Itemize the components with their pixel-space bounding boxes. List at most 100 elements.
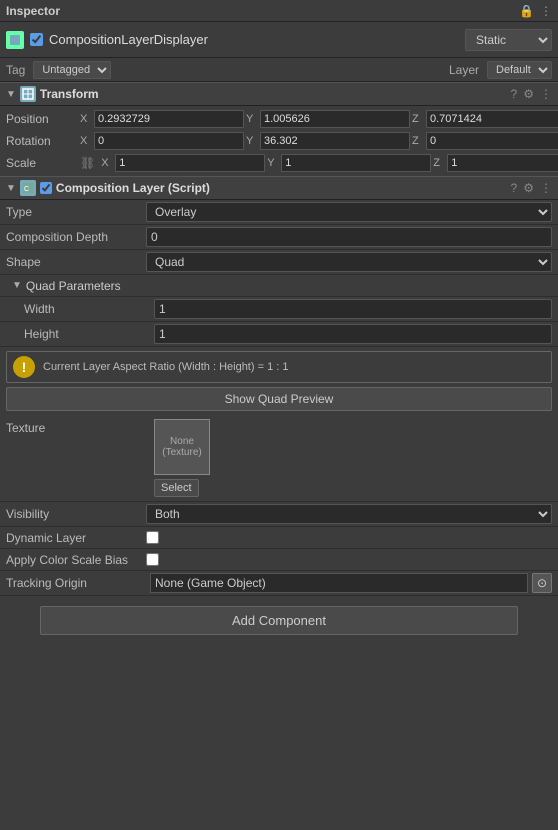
position-row: Position X Y Z	[0, 108, 558, 130]
shape-label: Shape	[6, 255, 146, 269]
width-input[interactable]	[154, 299, 552, 319]
aspect-ratio-warning: ! Current Layer Aspect Ratio (Width : He…	[6, 351, 552, 383]
tracking-origin-picker-button[interactable]: ⊙	[532, 573, 552, 593]
apply-color-scale-bias-row: Apply Color Scale Bias	[0, 549, 558, 571]
rotation-y-label: Y	[246, 135, 258, 147]
apply-color-scale-bias-checkbox[interactable]	[146, 553, 159, 566]
type-row: Type Overlay Underlay None	[0, 200, 558, 225]
width-label: Width	[24, 302, 154, 316]
transform-help-icon[interactable]: ?	[511, 87, 518, 101]
rotation-y-input[interactable]	[260, 132, 410, 150]
tracking-origin-label: Tracking Origin	[6, 576, 146, 590]
scale-row: Scale ⛓ X Y Z	[0, 152, 558, 174]
scale-y-input[interactable]	[281, 154, 431, 172]
tracking-origin-value: None (Game Object)	[150, 573, 528, 593]
transform-icon	[20, 86, 36, 102]
height-input[interactable]	[154, 324, 552, 344]
lock-icon[interactable]: 🔒	[519, 4, 534, 18]
inspector-header: Inspector 🔒 ⋮	[0, 0, 558, 22]
transform-body: Position X Y Z Rotation X Y Z Scale ⛓ X …	[0, 106, 558, 176]
apply-color-scale-bias-label: Apply Color Scale Bias	[6, 553, 146, 567]
layer-label: Layer	[449, 63, 479, 77]
rotation-x-label: X	[80, 135, 92, 147]
composition-layer-arrow[interactable]: ▼	[6, 183, 16, 194]
transform-options: ? ⚙ ⋮	[511, 87, 552, 101]
composition-layer-options: ? ⚙ ⋮	[511, 181, 552, 195]
position-y-label: Y	[246, 113, 258, 125]
tracking-origin-row: Tracking Origin None (Game Object) ⊙	[0, 571, 558, 596]
warning-text: Current Layer Aspect Ratio (Width : Heig…	[43, 361, 288, 373]
texture-label: Texture	[6, 419, 146, 435]
height-label: Height	[24, 327, 154, 341]
svg-text:C: C	[24, 186, 29, 193]
static-dropdown[interactable]: Static Not Static	[465, 29, 552, 51]
texture-type-text: (Texture)	[162, 447, 201, 458]
visibility-label: Visibility	[6, 507, 146, 521]
dynamic-layer-label: Dynamic Layer	[6, 531, 146, 545]
transform-section-header: ▼ Transform ? ⚙ ⋮	[0, 82, 558, 106]
visibility-row: Visibility Both Left Right	[0, 502, 558, 527]
tag-label: Tag	[6, 63, 25, 77]
scale-xyz: X Y Z	[101, 154, 558, 172]
transform-settings-icon[interactable]: ⚙	[523, 87, 534, 101]
position-x-input[interactable]	[94, 110, 244, 128]
header-icons: 🔒 ⋮	[519, 4, 552, 18]
rotation-label: Rotation	[6, 134, 76, 148]
width-row: Width	[0, 297, 558, 322]
composition-layer-menu-icon[interactable]: ⋮	[540, 181, 552, 195]
composition-layer-icon: C	[20, 180, 36, 196]
add-component-button[interactable]: Add Component	[40, 606, 518, 635]
transform-title: Transform	[40, 87, 507, 101]
composition-depth-row: Composition Depth	[0, 225, 558, 250]
dynamic-layer-checkbox[interactable]	[146, 531, 159, 544]
composition-layer-header: ▼ C Composition Layer (Script) ? ⚙ ⋮	[0, 176, 558, 200]
tag-dropdown[interactable]: Untagged	[33, 61, 111, 79]
scale-x-label: X	[101, 157, 113, 169]
composition-layer-active-checkbox[interactable]	[40, 182, 52, 194]
gameobject-row: CompositionLayerDisplayer Static Not Sta…	[0, 22, 558, 58]
layer-dropdown[interactable]: Default	[487, 61, 552, 79]
gameobject-name: CompositionLayerDisplayer	[49, 32, 459, 47]
quad-params-header: ▼ Quad Parameters	[0, 275, 558, 297]
gameobject-active-checkbox[interactable]	[30, 33, 43, 46]
composition-layer-settings-icon[interactable]: ⚙	[523, 181, 534, 195]
tracking-origin-text: None (Game Object)	[155, 576, 266, 590]
scale-z-input[interactable]	[447, 154, 558, 172]
quad-params-arrow[interactable]: ▼	[12, 280, 22, 291]
texture-thumbnail[interactable]: None (Texture)	[154, 419, 210, 475]
scale-x-input[interactable]	[115, 154, 265, 172]
composition-depth-label: Composition Depth	[6, 230, 146, 244]
rotation-xyz: X Y Z	[80, 132, 558, 150]
transform-menu-icon[interactable]: ⋮	[540, 87, 552, 101]
menu-icon[interactable]: ⋮	[540, 4, 552, 18]
rotation-z-input[interactable]	[426, 132, 558, 150]
gameobject-icon	[6, 31, 24, 49]
scale-link-icon: ⛓	[80, 156, 95, 170]
texture-select-button[interactable]: Select	[154, 479, 199, 497]
composition-depth-input[interactable]	[146, 227, 552, 247]
scale-y-label: Y	[267, 157, 279, 169]
shape-row: Shape Quad Cylinder Equirect	[0, 250, 558, 275]
tag-layer-row: Tag Untagged Layer Default	[0, 58, 558, 82]
position-z-label: Z	[412, 113, 424, 125]
show-quad-preview-button[interactable]: Show Quad Preview	[6, 387, 552, 411]
position-z-input[interactable]	[426, 110, 558, 128]
rotation-row: Rotation X Y Z	[0, 130, 558, 152]
composition-layer-title: Composition Layer (Script)	[56, 181, 507, 195]
transform-arrow[interactable]: ▼	[6, 89, 16, 100]
shape-dropdown[interactable]: Quad Cylinder Equirect	[146, 252, 552, 272]
position-y-input[interactable]	[260, 110, 410, 128]
type-dropdown[interactable]: Overlay Underlay None	[146, 202, 552, 222]
texture-none-text: None	[170, 436, 194, 447]
height-row: Height	[0, 322, 558, 347]
visibility-dropdown[interactable]: Both Left Right	[146, 504, 552, 524]
scale-z-label: Z	[433, 157, 445, 169]
rotation-z-label: Z	[412, 135, 424, 147]
warning-icon: !	[13, 356, 35, 378]
type-label: Type	[6, 205, 146, 219]
rotation-x-input[interactable]	[94, 132, 244, 150]
composition-layer-body: Type Overlay Underlay None Composition D…	[0, 200, 558, 596]
dynamic-layer-row: Dynamic Layer	[0, 527, 558, 549]
composition-layer-help-icon[interactable]: ?	[511, 181, 518, 195]
inspector-title: Inspector	[6, 4, 60, 18]
